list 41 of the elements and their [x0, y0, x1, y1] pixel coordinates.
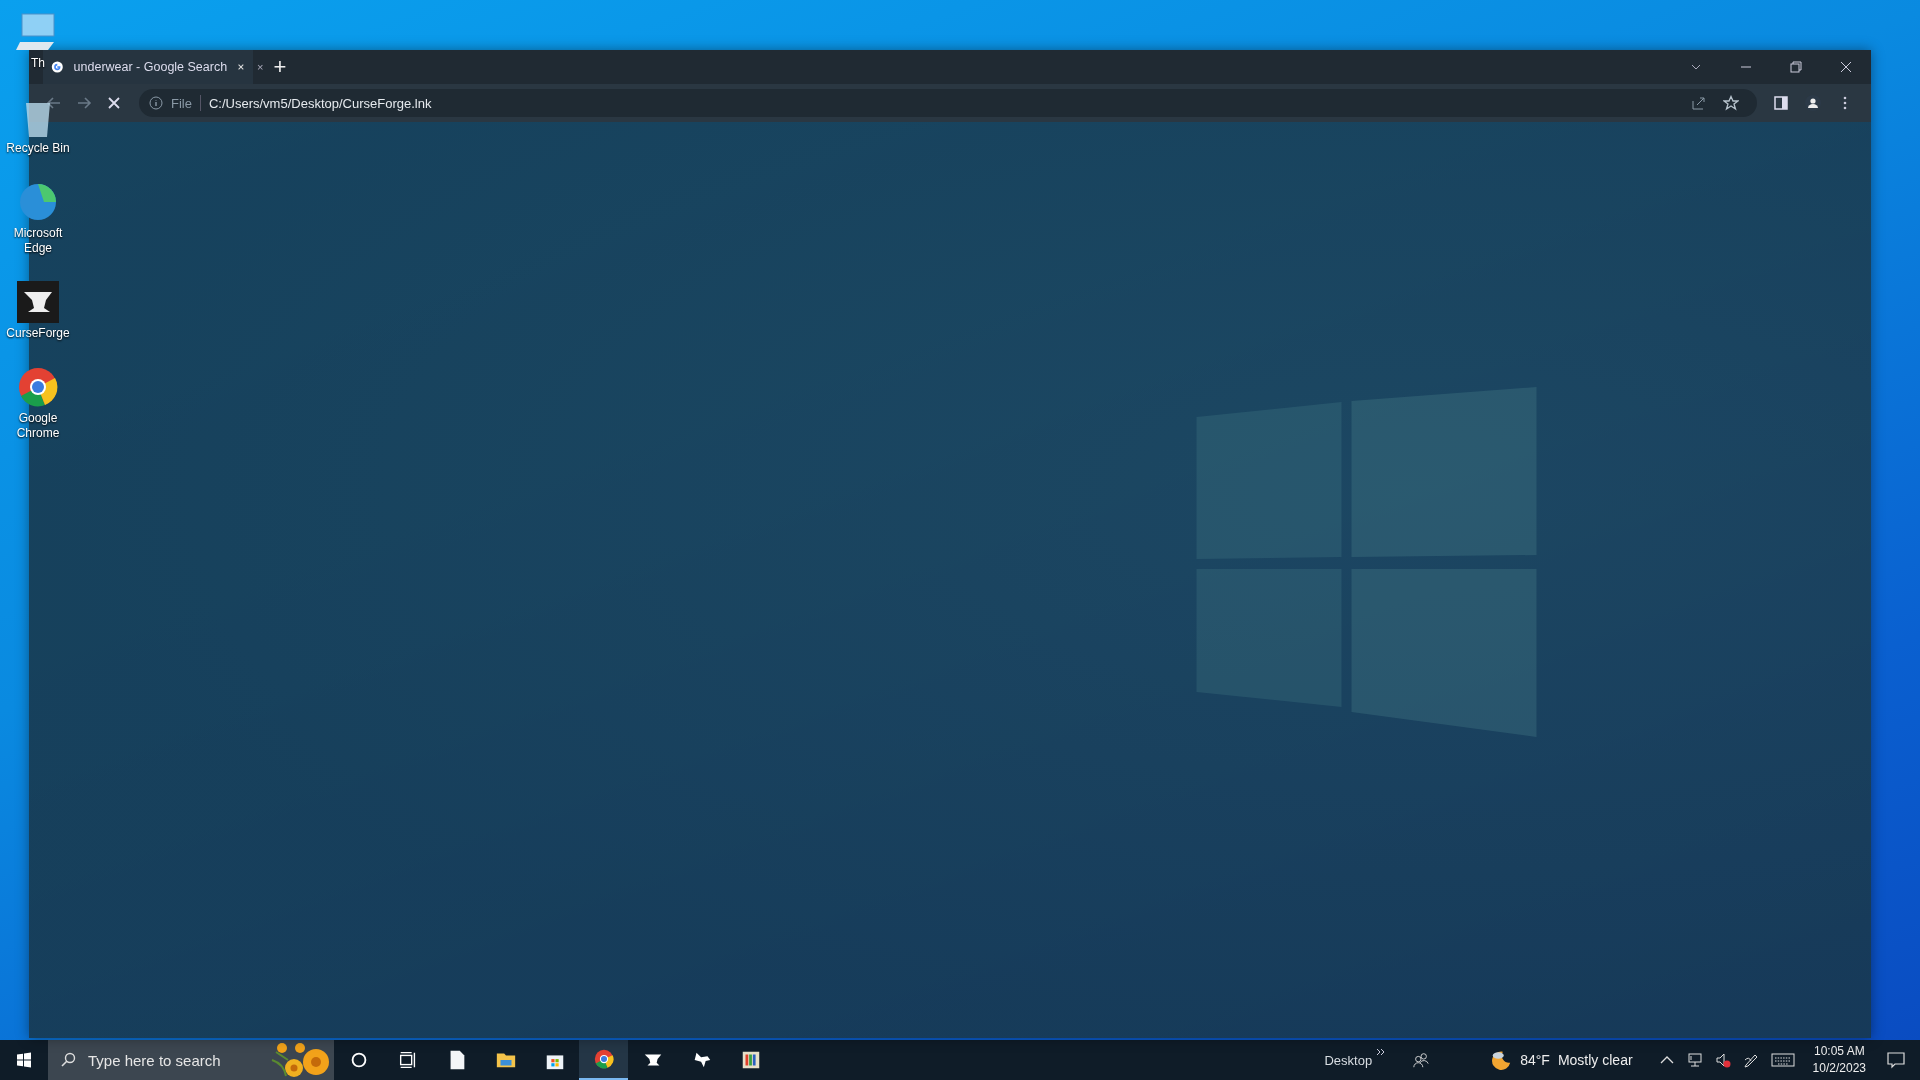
restore-icon[interactable]: [1790, 61, 1802, 73]
search-placeholder: Type here to search: [88, 1051, 221, 1069]
address-bar[interactable]: File C:/Users/vm5/Desktop/CurseForge.lnk: [139, 89, 1757, 117]
scheme-label: File: [171, 95, 192, 111]
browser-tab[interactable]: underwear - Google Search: [43, 50, 253, 84]
desktop-icon-label: Th: [31, 56, 45, 71]
keyboard-icon[interactable]: [1770, 1052, 1795, 1068]
back-icon[interactable]: [46, 95, 62, 111]
desktop-icon-label: Recycle Bin: [6, 141, 70, 156]
chrome-taskbar-button[interactable]: [579, 1040, 628, 1080]
chrome-icon: [592, 1048, 615, 1070]
tab-close-glyph[interactable]: ×: [257, 61, 264, 73]
pen-icon[interactable]: [1742, 1052, 1759, 1068]
clock-time[interactable]: 10:05 AM: [1813, 1043, 1865, 1060]
clock-date[interactable]: 10/2/2023: [1812, 1060, 1866, 1077]
desktop-toolbar-label[interactable]: Desktop: [1324, 1052, 1373, 1068]
people-icon[interactable]: [1412, 1051, 1431, 1069]
close-icon[interactable]: [1840, 61, 1852, 73]
notifications-icon[interactable]: [1886, 1050, 1906, 1070]
google-icon: [51, 59, 64, 75]
info-icon[interactable]: [149, 96, 163, 110]
side-panel-icon[interactable]: [1773, 95, 1789, 111]
moon-cloud-icon[interactable]: [1490, 1049, 1513, 1071]
share-icon[interactable]: [1691, 95, 1707, 111]
tab-title: underwear - Google Search: [73, 60, 228, 74]
search-field[interactable]: Type here to search: [48, 1040, 334, 1080]
weather-condition[interactable]: Mostly clear: [1557, 1052, 1633, 1068]
new-tab-button[interactable]: +: [273, 56, 287, 78]
chevron-icon[interactable]: [1376, 1048, 1387, 1056]
star-icon[interactable]: [1723, 95, 1739, 111]
search-icon: [60, 1052, 76, 1068]
start-icon[interactable]: [16, 1052, 32, 1068]
close-tab-icon[interactable]: [237, 62, 245, 72]
muted-speaker-icon[interactable]: [1714, 1052, 1731, 1068]
temperature[interactable]: 84°F: [1520, 1052, 1550, 1068]
anvil-icon[interactable]: [14, 278, 62, 326]
profile-icon[interactable]: [1805, 95, 1821, 111]
forward-icon[interactable]: [76, 95, 92, 111]
stop-icon[interactable]: [106, 95, 122, 111]
network-icon[interactable]: [1686, 1052, 1703, 1068]
url-text: C:/Users/vm5/Desktop/CurseForge.lnk: [208, 95, 432, 111]
